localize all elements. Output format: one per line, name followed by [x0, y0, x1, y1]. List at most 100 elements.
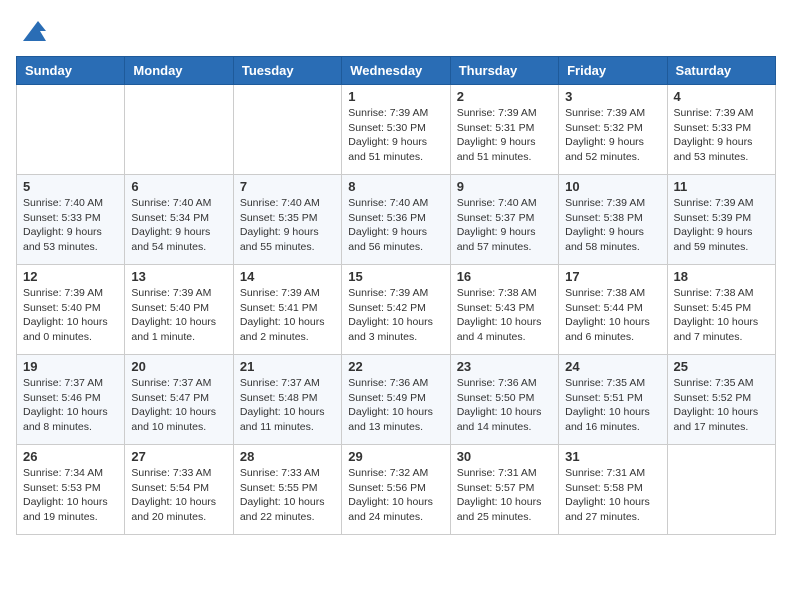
header-wednesday: Wednesday: [342, 57, 450, 85]
day-number: 25: [674, 359, 769, 374]
calendar-cell: 8 Sunrise: 7:40 AM Sunset: 5:36 PM Daylig…: [342, 175, 450, 265]
day-info: Sunrise: 7:39 AM Sunset: 5:41 PM Dayligh…: [240, 286, 335, 345]
day-info: Sunrise: 7:37 AM Sunset: 5:47 PM Dayligh…: [131, 376, 226, 435]
calendar-cell: 9 Sunrise: 7:40 AM Sunset: 5:37 PM Daylig…: [450, 175, 558, 265]
day-info: Sunrise: 7:31 AM Sunset: 5:57 PM Dayligh…: [457, 466, 552, 525]
day-number: 16: [457, 269, 552, 284]
day-info: Sunrise: 7:39 AM Sunset: 5:40 PM Dayligh…: [23, 286, 118, 345]
day-info: Sunrise: 7:32 AM Sunset: 5:56 PM Dayligh…: [348, 466, 443, 525]
calendar-cell: 3 Sunrise: 7:39 AM Sunset: 5:32 PM Daylig…: [559, 85, 667, 175]
day-number: 13: [131, 269, 226, 284]
calendar-cell: 23 Sunrise: 7:36 AM Sunset: 5:50 PM Dayli…: [450, 355, 558, 445]
day-number: 2: [457, 89, 552, 104]
day-number: 31: [565, 449, 660, 464]
calendar-cell: 17 Sunrise: 7:38 AM Sunset: 5:44 PM Dayli…: [559, 265, 667, 355]
day-info: Sunrise: 7:40 AM Sunset: 5:34 PM Dayligh…: [131, 196, 226, 255]
day-info: Sunrise: 7:38 AM Sunset: 5:43 PM Dayligh…: [457, 286, 552, 345]
calendar-cell: 24 Sunrise: 7:35 AM Sunset: 5:51 PM Dayli…: [559, 355, 667, 445]
day-info: Sunrise: 7:39 AM Sunset: 5:40 PM Dayligh…: [131, 286, 226, 345]
day-number: 10: [565, 179, 660, 194]
day-number: 24: [565, 359, 660, 374]
day-number: 30: [457, 449, 552, 464]
day-number: 27: [131, 449, 226, 464]
calendar-cell: 26 Sunrise: 7:34 AM Sunset: 5:53 PM Dayli…: [17, 445, 125, 535]
day-info: Sunrise: 7:39 AM Sunset: 5:31 PM Dayligh…: [457, 106, 552, 165]
calendar-header-row: SundayMondayTuesdayWednesdayThursdayFrid…: [17, 57, 776, 85]
week-row-5: 26 Sunrise: 7:34 AM Sunset: 5:53 PM Dayli…: [17, 445, 776, 535]
logo-icon: [18, 16, 48, 46]
day-number: 1: [348, 89, 443, 104]
day-number: 22: [348, 359, 443, 374]
day-number: 12: [23, 269, 118, 284]
calendar-cell: 20Sunrise: 7:37 AM Sunset: 5:47 PM Dayli…: [125, 355, 233, 445]
day-number: 23: [457, 359, 552, 374]
day-number: 11: [674, 179, 769, 194]
calendar-cell: [233, 85, 341, 175]
calendar-cell: 25Sunrise: 7:35 AM Sunset: 5:52 PM Dayli…: [667, 355, 775, 445]
day-number: 26: [23, 449, 118, 464]
calendar-cell: 4Sunrise: 7:39 AM Sunset: 5:33 PM Daylig…: [667, 85, 775, 175]
calendar-cell: 14 Sunrise: 7:39 AM Sunset: 5:41 PM Dayli…: [233, 265, 341, 355]
day-info: Sunrise: 7:38 AM Sunset: 5:44 PM Dayligh…: [565, 286, 660, 345]
day-info: Sunrise: 7:36 AM Sunset: 5:50 PM Dayligh…: [457, 376, 552, 435]
calendar-cell: 1 Sunrise: 7:39 AM Sunset: 5:30 PM Daylig…: [342, 85, 450, 175]
day-number: 3: [565, 89, 660, 104]
calendar-cell: 27Sunrise: 7:33 AM Sunset: 5:54 PM Dayli…: [125, 445, 233, 535]
day-info: Sunrise: 7:39 AM Sunset: 5:38 PM Dayligh…: [565, 196, 660, 255]
day-info: Sunrise: 7:35 AM Sunset: 5:51 PM Dayligh…: [565, 376, 660, 435]
day-info: Sunrise: 7:39 AM Sunset: 5:30 PM Dayligh…: [348, 106, 443, 165]
day-number: 15: [348, 269, 443, 284]
day-info: Sunrise: 7:40 AM Sunset: 5:36 PM Dayligh…: [348, 196, 443, 255]
calendar-cell: 30 Sunrise: 7:31 AM Sunset: 5:57 PM Dayli…: [450, 445, 558, 535]
day-number: 8: [348, 179, 443, 194]
day-info: Sunrise: 7:37 AM Sunset: 5:46 PM Dayligh…: [23, 376, 118, 435]
calendar-cell: 19Sunrise: 7:37 AM Sunset: 5:46 PM Dayli…: [17, 355, 125, 445]
day-number: 14: [240, 269, 335, 284]
calendar-cell: 28 Sunrise: 7:33 AM Sunset: 5:55 PM Dayli…: [233, 445, 341, 535]
calendar-cell: 29 Sunrise: 7:32 AM Sunset: 5:56 PM Dayli…: [342, 445, 450, 535]
day-number: 18: [674, 269, 769, 284]
day-number: 7: [240, 179, 335, 194]
day-info: Sunrise: 7:40 AM Sunset: 5:33 PM Dayligh…: [23, 196, 118, 255]
day-number: 5: [23, 179, 118, 194]
day-number: 17: [565, 269, 660, 284]
day-number: 29: [348, 449, 443, 464]
week-row-3: 12 Sunrise: 7:39 AM Sunset: 5:40 PM Dayli…: [17, 265, 776, 355]
day-info: Sunrise: 7:40 AM Sunset: 5:37 PM Dayligh…: [457, 196, 552, 255]
calendar-cell: 21 Sunrise: 7:37 AM Sunset: 5:48 PM Dayli…: [233, 355, 341, 445]
day-number: 6: [131, 179, 226, 194]
header-monday: Monday: [125, 57, 233, 85]
day-info: Sunrise: 7:36 AM Sunset: 5:49 PM Dayligh…: [348, 376, 443, 435]
header-thursday: Thursday: [450, 57, 558, 85]
day-number: 21: [240, 359, 335, 374]
calendar-cell: 13 Sunrise: 7:39 AM Sunset: 5:40 PM Dayli…: [125, 265, 233, 355]
header-saturday: Saturday: [667, 57, 775, 85]
calendar-cell: [17, 85, 125, 175]
calendar-cell: 16 Sunrise: 7:38 AM Sunset: 5:43 PM Dayli…: [450, 265, 558, 355]
logo: [16, 16, 48, 46]
day-info: Sunrise: 7:38 AM Sunset: 5:45 PM Dayligh…: [674, 286, 769, 345]
calendar-cell: 2 Sunrise: 7:39 AM Sunset: 5:31 PM Daylig…: [450, 85, 558, 175]
week-row-2: 5 Sunrise: 7:40 AM Sunset: 5:33 PM Daylig…: [17, 175, 776, 265]
week-row-1: 1 Sunrise: 7:39 AM Sunset: 5:30 PM Daylig…: [17, 85, 776, 175]
day-info: Sunrise: 7:40 AM Sunset: 5:35 PM Dayligh…: [240, 196, 335, 255]
header-tuesday: Tuesday: [233, 57, 341, 85]
header-friday: Friday: [559, 57, 667, 85]
day-info: Sunrise: 7:33 AM Sunset: 5:55 PM Dayligh…: [240, 466, 335, 525]
calendar-cell: [125, 85, 233, 175]
day-info: Sunrise: 7:39 AM Sunset: 5:32 PM Dayligh…: [565, 106, 660, 165]
calendar-cell: [667, 445, 775, 535]
calendar-cell: 10 Sunrise: 7:39 AM Sunset: 5:38 PM Dayli…: [559, 175, 667, 265]
calendar-cell: 7 Sunrise: 7:40 AM Sunset: 5:35 PM Daylig…: [233, 175, 341, 265]
logo-text: [16, 16, 48, 46]
day-info: Sunrise: 7:34 AM Sunset: 5:53 PM Dayligh…: [23, 466, 118, 525]
calendar-cell: 18 Sunrise: 7:38 AM Sunset: 5:45 PM Dayli…: [667, 265, 775, 355]
day-info: Sunrise: 7:37 AM Sunset: 5:48 PM Dayligh…: [240, 376, 335, 435]
day-number: 9: [457, 179, 552, 194]
day-info: Sunrise: 7:39 AM Sunset: 5:39 PM Dayligh…: [674, 196, 769, 255]
calendar-cell: 5 Sunrise: 7:40 AM Sunset: 5:33 PM Daylig…: [17, 175, 125, 265]
calendar-cell: 11 Sunrise: 7:39 AM Sunset: 5:39 PM Dayli…: [667, 175, 775, 265]
day-number: 4: [674, 89, 769, 104]
calendar-cell: 15Sunrise: 7:39 AM Sunset: 5:42 PM Dayli…: [342, 265, 450, 355]
day-number: 28: [240, 449, 335, 464]
